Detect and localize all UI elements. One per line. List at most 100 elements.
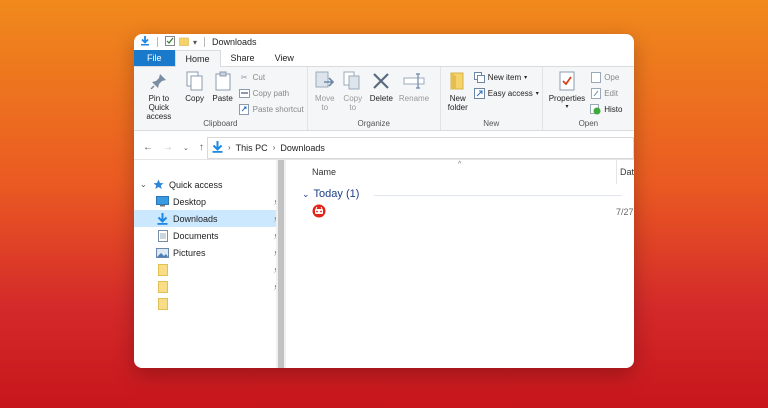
application-icon	[312, 204, 326, 220]
paste-shortcut-label: Paste shortcut	[252, 104, 304, 114]
sidebar-item-folder[interactable]	[134, 295, 286, 312]
sidebar-item-desktop[interactable]: Desktop 📌	[134, 193, 286, 210]
cut-button[interactable]: ✂ Cut	[239, 70, 304, 84]
history-icon	[590, 103, 601, 115]
sidebar-item-downloads[interactable]: Downloads 📌	[134, 210, 286, 227]
paste-shortcut-button[interactable]: Paste shortcut	[239, 102, 304, 116]
file-list: ^ Name Date ⌄ Today (1) 7/27	[286, 160, 634, 368]
ribbon-tabs: File Home Share View	[134, 50, 634, 67]
history-label: Histo	[604, 104, 623, 114]
easy-access-icon	[473, 87, 485, 99]
pin-quick-access-label: Pin to Quick access	[146, 94, 172, 121]
copy-path-button[interactable]: Copy path	[238, 86, 304, 100]
column-headers: ^ Name Date	[286, 160, 634, 184]
organize-group: Move to Copy to Delete Rename Organize	[308, 67, 441, 130]
tab-share[interactable]: Share	[221, 50, 265, 66]
documents-icon	[156, 229, 169, 242]
sidebar-item-label: Documents	[173, 230, 219, 241]
list-item[interactable]: 7/27	[286, 203, 634, 220]
edit-button[interactable]: Edit	[590, 86, 622, 100]
recent-locations-icon[interactable]: ⌄	[183, 144, 189, 152]
rename-icon	[403, 70, 425, 92]
cut-label: Cut	[252, 72, 266, 82]
divider	[204, 37, 206, 47]
chevron-down-icon[interactable]: ⌄	[302, 189, 310, 200]
dropdown-arrow-icon: ▾	[535, 90, 539, 97]
ribbon: Pin to Quick access Copy Paste ✂ Cut Cop…	[134, 67, 634, 131]
file-explorer-window: ▾ Downloads File Home Share View Pin to …	[134, 34, 634, 368]
history-button[interactable]: Histo	[590, 102, 622, 116]
sidebar-item-documents[interactable]: Documents 📌	[134, 227, 286, 244]
sidebar-item-label: Downloads	[173, 213, 218, 224]
dropdown-arrow-icon: ▾	[524, 74, 528, 81]
sidebar-item-folder[interactable]: 📌	[134, 261, 286, 278]
copy-to-icon	[342, 70, 364, 92]
sidebar-item-quick-access[interactable]: ⌄ Quick access	[134, 176, 286, 193]
tab-home[interactable]: Home	[174, 50, 221, 67]
checkbox-properties-icon[interactable]	[165, 36, 175, 48]
window-title: Downloads	[212, 37, 257, 47]
column-header-date[interactable]: Date	[616, 160, 634, 184]
easy-access-label: Easy access	[487, 88, 533, 98]
back-arrow-icon[interactable]: ←	[143, 142, 153, 153]
address-bar-row: ← → ⌄ ↑ › This PC › Downloads	[134, 136, 634, 160]
new-group-label: New	[483, 119, 500, 128]
scrollbar-thumb[interactable]	[278, 160, 284, 368]
explorer-body: ⌄ Quick access Desktop 📌 Downloads 📌 Doc…	[134, 160, 634, 368]
paste-label: Paste	[212, 94, 233, 103]
breadcrumb-this-pc[interactable]: This PC	[236, 143, 268, 153]
copy-icon	[184, 70, 206, 92]
group-header-label: Today (1)	[313, 188, 360, 200]
copy-path-label: Copy path	[252, 88, 290, 98]
easy-access-button[interactable]: Easy access ▾	[473, 86, 539, 100]
new-folder-icon[interactable]	[179, 36, 189, 48]
download-arrow-icon[interactable]	[140, 36, 150, 48]
title-bar: ▾ Downloads	[134, 34, 634, 50]
desktop-icon	[156, 196, 169, 208]
customize-toolbar-icon[interactable]: ▾	[193, 38, 197, 47]
properties-icon	[556, 70, 578, 92]
nav-scrollbar[interactable]	[276, 160, 286, 368]
copy-to-label: Copy to	[343, 94, 363, 112]
move-to-label: Move to	[314, 94, 335, 112]
quick-access-label: Quick access	[169, 179, 223, 190]
navigation-buttons: ← → ⌄ ↑	[134, 142, 207, 153]
group-header-today[interactable]: ⌄ Today (1)	[302, 188, 634, 200]
paste-icon	[212, 70, 234, 92]
tab-view[interactable]: View	[265, 50, 304, 66]
download-arrow-icon	[212, 140, 223, 155]
quick-access-toolbar: ▾	[140, 36, 208, 48]
edit-pencil-icon	[590, 87, 601, 99]
new-folder-icon	[447, 70, 469, 92]
chevron-down-icon[interactable]: ⌄	[140, 180, 152, 189]
move-to-icon	[314, 70, 336, 92]
copy-label: Copy	[185, 94, 204, 103]
sidebar-item-pictures[interactable]: Pictures 📌	[134, 244, 286, 261]
chevron-right-icon[interactable]: ›	[273, 143, 276, 152]
clipboard-group-label: Clipboard	[203, 119, 238, 128]
breadcrumb-downloads[interactable]: Downloads	[280, 143, 325, 153]
chevron-right-icon[interactable]: ›	[228, 143, 231, 152]
divider	[157, 37, 158, 47]
address-bar[interactable]: › This PC › Downloads	[207, 136, 634, 159]
file-date: 7/27	[616, 206, 634, 217]
column-header-name[interactable]: Name	[312, 167, 336, 177]
sort-ascending-icon: ^	[458, 161, 462, 168]
forward-arrow-icon[interactable]: →	[163, 142, 173, 153]
new-item-label: New item	[487, 72, 522, 82]
group-divider	[374, 195, 622, 196]
download-arrow-icon	[156, 212, 169, 225]
up-arrow-icon[interactable]: ↑	[199, 142, 204, 153]
pictures-icon	[156, 247, 169, 259]
open-icon	[590, 71, 601, 83]
scissors-icon: ✂	[240, 72, 248, 82]
new-item-button[interactable]: New item ▾	[473, 70, 539, 84]
folder-icon	[156, 297, 169, 310]
clipboard-group: Pin to Quick access Copy Paste ✂ Cut Cop…	[134, 67, 308, 130]
properties-label: Properties	[548, 94, 586, 103]
open-button[interactable]: Ope	[590, 70, 622, 84]
star-icon	[152, 179, 165, 191]
sidebar-item-folder[interactable]: 📌	[134, 278, 286, 295]
delete-x-icon	[370, 70, 392, 92]
tab-file[interactable]: File	[134, 50, 175, 66]
